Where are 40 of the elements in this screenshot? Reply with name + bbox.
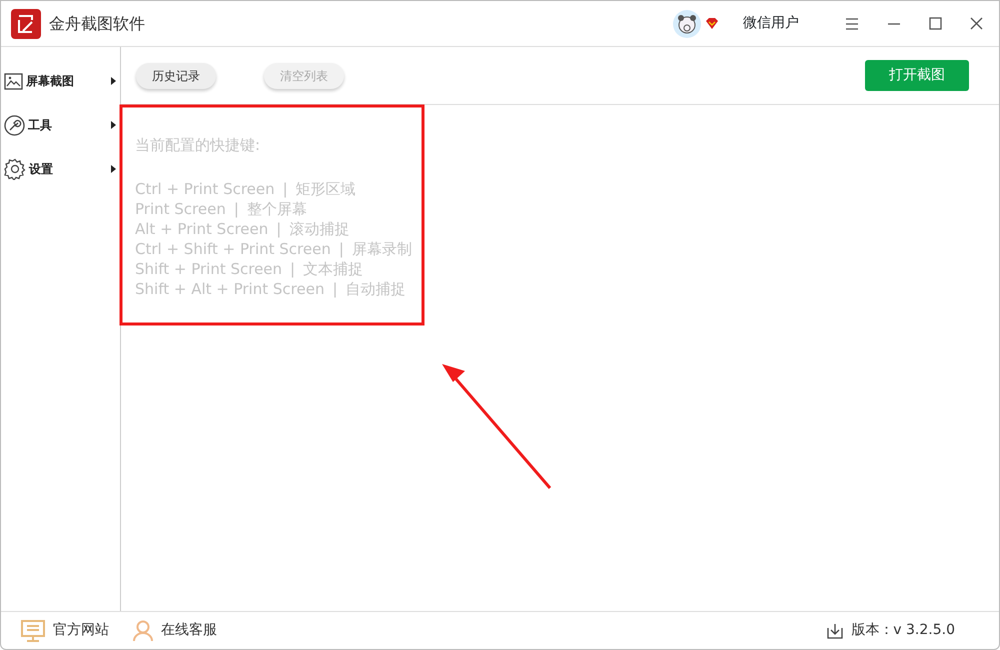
sidebar-item[interactable]: 设置 (1, 147, 120, 191)
separator: | (234, 200, 239, 218)
wrench-icon (4, 114, 25, 136)
shortcut-action: 自动捕捉 (346, 280, 406, 298)
gem-icon (705, 17, 719, 30)
user-name[interactable]: 微信用户 (743, 13, 799, 34)
shortcut-keys: Alt + Print Screen (135, 220, 268, 238)
monitor-icon (21, 620, 45, 642)
shortcut-action: 整个屏幕 (246, 200, 307, 218)
avatar-icon[interactable] (673, 10, 701, 38)
caret-icon (111, 121, 116, 129)
shortcut-heading: 当前配置的快捷键: (135, 135, 262, 155)
history-button[interactable]: 历史记录 (136, 62, 216, 88)
window-title: 金舟截图软件 (49, 12, 145, 34)
app-logo (11, 8, 41, 38)
shortcut-keys: Print Screen (135, 200, 226, 218)
separator: | (338, 240, 344, 258)
separator: | (276, 220, 282, 238)
shortcut-keys: Ctrl + Print Screen (135, 180, 275, 198)
shortcut-keys: Shift + Alt + Print Screen (135, 280, 324, 298)
person-icon (133, 620, 153, 642)
shortcut-action: 文本捕捉 (303, 260, 364, 278)
footer-link[interactable]: 官方网站 (21, 620, 109, 642)
caret-icon (111, 165, 116, 173)
settings-icon (4, 158, 26, 180)
sidebar-item[interactable]: 屏幕截图 (1, 59, 120, 103)
footer-link[interactable]: 在线客服 (133, 620, 217, 642)
download-icon (827, 622, 844, 638)
separator: | (282, 180, 288, 198)
caret-icon (111, 77, 116, 85)
shortcut-action: 矩形区域 (296, 180, 356, 198)
sidebar-item[interactable]: 工具 (1, 103, 120, 147)
image-icon (4, 72, 23, 90)
shortcut-action: 滚动捕捉 (289, 220, 350, 238)
separator: | (290, 260, 296, 278)
shortcut-action: 屏幕录制 (352, 240, 412, 258)
separator: | (332, 280, 338, 298)
shortcut-keys: Ctrl + Shift + Print Screen (135, 240, 331, 258)
shortcut-keys: Shift + Print Screen (135, 260, 282, 278)
version-text: 版本：v 3.2.5.0 (851, 621, 955, 640)
